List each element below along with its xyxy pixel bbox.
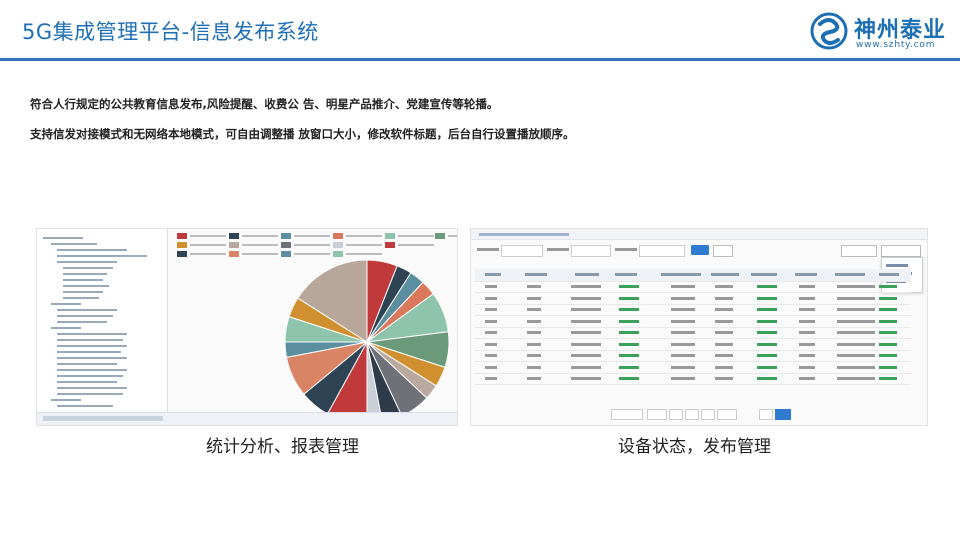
table-row[interactable] xyxy=(475,281,911,293)
device-management-screenshot xyxy=(470,228,928,426)
first-page-button[interactable] xyxy=(647,409,667,420)
go-button[interactable] xyxy=(775,409,791,420)
page-size-select[interactable] xyxy=(611,409,643,420)
status-bar xyxy=(37,412,457,425)
filter-row xyxy=(471,243,927,257)
caption-device-status: 设备状态，发布管理 xyxy=(618,437,771,457)
next-page-button[interactable] xyxy=(701,409,715,420)
prev-page-button[interactable] xyxy=(669,409,683,420)
reset-button[interactable] xyxy=(713,245,733,257)
page-number-button[interactable] xyxy=(685,409,699,420)
logo-mark-icon xyxy=(810,12,848,50)
breadcrumb-bar xyxy=(471,229,927,240)
go-to-page-input[interactable] xyxy=(759,409,773,420)
caption-statistics: 统计分析、报表管理 xyxy=(206,437,359,457)
table-row[interactable] xyxy=(475,316,911,328)
table-row[interactable] xyxy=(475,362,911,374)
table-row[interactable] xyxy=(475,339,911,351)
table-row[interactable] xyxy=(475,327,911,339)
statistics-screenshot xyxy=(36,228,458,426)
table-row[interactable] xyxy=(475,373,911,385)
company-logo: 神州泰业 www.szhty.com xyxy=(810,10,950,54)
table-row[interactable] xyxy=(475,350,911,362)
description-line-1: 符合人行规定的公共教育信息发布,风险提醒、收费公 告、明星产品推介、党建宣传等轮… xyxy=(30,97,499,111)
title-divider xyxy=(0,58,960,61)
table-row[interactable] xyxy=(475,293,911,305)
category-tree xyxy=(37,229,168,419)
logo-url: www.szhty.com xyxy=(856,40,936,50)
slide-title: 5G集成管理平台-信息发布系统 xyxy=(22,20,319,44)
device-id-input[interactable] xyxy=(501,245,543,257)
pagination xyxy=(611,409,811,420)
table-row[interactable] xyxy=(475,304,911,316)
description-line-2: 支持信发对接模式和无网络本地模式，可自由调整播 放窗口大小，修改软件标题，后台自… xyxy=(30,127,575,141)
last-page-button[interactable] xyxy=(717,409,737,420)
more-actions-button[interactable] xyxy=(881,245,921,257)
status-select[interactable] xyxy=(639,245,685,257)
device-name-input[interactable] xyxy=(571,245,611,257)
statistics-pie-chart xyxy=(284,259,450,425)
search-button[interactable] xyxy=(691,245,709,255)
batch-action-button[interactable] xyxy=(841,245,877,257)
